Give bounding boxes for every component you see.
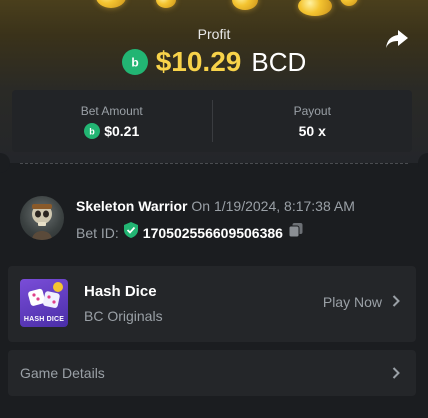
- copy-icon[interactable]: [288, 222, 304, 243]
- play-now-label[interactable]: Play Now: [323, 294, 382, 310]
- username[interactable]: Skeleton Warrior On 1/19/2024, 8:17:38 A…: [76, 198, 355, 214]
- bet-id-row: Bet ID: 170502556609506386: [76, 222, 304, 243]
- bcd-coin-icon: b: [84, 122, 101, 139]
- bet-id-value: 170502556609506386: [142, 224, 283, 241]
- game-thumbnail-text: HASH DICE: [23, 316, 65, 323]
- game-details-label[interactable]: Game Details: [20, 365, 105, 381]
- dashed-divider: [20, 163, 408, 164]
- ticket-notch: [418, 153, 428, 173]
- verified-shield-icon: [123, 222, 138, 243]
- bet-user-info: Skeleton Warrior On 1/19/2024, 8:17:38 A…: [20, 196, 420, 242]
- svg-text:b: b: [89, 126, 95, 136]
- username-text[interactable]: Skeleton Warrior: [76, 198, 188, 214]
- bet-amount-text: $0.21: [104, 122, 140, 139]
- payout-label: Payout: [293, 103, 331, 118]
- game-title: Hash Dice: [84, 283, 157, 300]
- decorative-coin: [232, 0, 258, 10]
- decorative-coin: [340, 0, 358, 6]
- bet-id-label: Bet ID:: [76, 224, 119, 241]
- share-icon[interactable]: [385, 28, 409, 50]
- game-subtitle: BC Originals: [84, 308, 163, 324]
- bet-amount-stat: Bet Amount b $0.21: [12, 90, 212, 152]
- bet-timestamp: On 1/19/2024, 8:17:38 AM: [191, 198, 355, 214]
- profit-value: $10.29: [155, 46, 242, 77]
- bet-amount-value: b $0.21: [84, 122, 140, 139]
- decorative-coin: [96, 0, 126, 8]
- chevron-right-icon: [392, 366, 400, 384]
- bet-stats: Bet Amount b $0.21 Payout 50 x: [12, 90, 412, 152]
- chevron-right-icon: [392, 294, 400, 310]
- play-now-button[interactable]: Play Now: [323, 294, 400, 310]
- profit-label: Profit: [197, 26, 231, 42]
- game-thumbnail[interactable]: HASH DICE: [20, 279, 68, 327]
- bet-amount-label: Bet Amount: [80, 103, 143, 118]
- svg-text:b: b: [131, 56, 138, 70]
- profit-amount: b $10.29 BCD: [0, 44, 428, 80]
- profit-currency: BCD: [251, 46, 307, 77]
- bcd-coin-icon: b: [121, 49, 148, 75]
- decorative-coin: [298, 0, 332, 16]
- payout-stat: Payout 50 x: [213, 90, 413, 152]
- game-card[interactable]: HASH DICE Hash Dice BC Originals Play No…: [8, 266, 416, 342]
- bet-summary-header: Profit b $10.29 BCD Bet Amount b $0.21 P…: [0, 0, 428, 163]
- decorative-coin: [156, 0, 176, 8]
- game-details-row[interactable]: Game Details: [8, 350, 416, 396]
- payout-value: 50 x: [298, 122, 326, 139]
- avatar[interactable]: [20, 196, 64, 240]
